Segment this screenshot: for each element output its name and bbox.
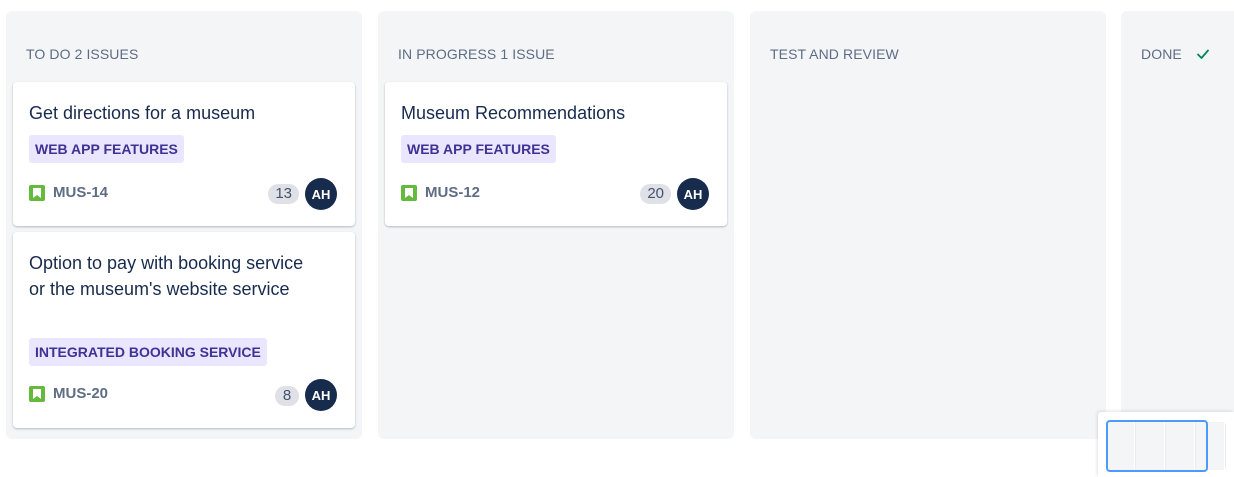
issue-key[interactable]: MUS-12 — [401, 184, 480, 201]
column-title: IN PROGRESS 1 ISSUE — [398, 46, 555, 62]
issue-key-text: MUS-20 — [53, 385, 109, 402]
issue-card-mus-12[interactable]: Museum Recommendations WEB APP FEATURES … — [385, 82, 727, 226]
issue-key-text: MUS-14 — [53, 184, 109, 201]
epic-label[interactable]: INTEGRATED BOOKING SERVICE — [29, 338, 267, 366]
card-title: Museum Recommendations — [401, 103, 626, 123]
card-title: Get directions for a museum — [29, 103, 256, 123]
assignee-avatar[interactable]: AH — [305, 379, 337, 411]
minimap-viewport-handle[interactable] — [1106, 420, 1208, 472]
column-title: TO DO 2 ISSUES — [26, 46, 139, 62]
column-test-and-review: TEST AND REVIEW — [750, 11, 1106, 439]
column-header-test-and-review: TEST AND REVIEW — [770, 46, 899, 62]
story-points-badge: 20 — [640, 184, 671, 204]
column-header-in-progress: IN PROGRESS 1 ISSUE — [398, 46, 555, 62]
epic-label[interactable]: WEB APP FEATURES — [29, 135, 184, 163]
board-minimap[interactable] — [1098, 412, 1234, 477]
card-title: Option to pay with booking service or th… — [29, 253, 304, 299]
column-done: DONE — [1121, 11, 1234, 439]
bookmark-icon — [401, 184, 417, 201]
bookmark-icon — [29, 385, 45, 402]
assignee-avatar[interactable]: AH — [305, 178, 337, 210]
column-header-done: DONE — [1141, 46, 1210, 62]
assignee-avatar[interactable]: AH — [677, 178, 709, 210]
issue-key-text: MUS-12 — [425, 184, 481, 201]
column-title: DONE — [1141, 46, 1182, 62]
column-title: TEST AND REVIEW — [770, 46, 899, 62]
issue-card-mus-20[interactable]: Option to pay with booking service or th… — [13, 232, 355, 428]
issue-key[interactable]: MUS-20 — [29, 385, 108, 402]
column-header-todo: TO DO 2 ISSUES — [26, 46, 138, 62]
issue-card-mus-14[interactable]: Get directions for a museum WEB APP FEAT… — [13, 82, 355, 226]
bookmark-icon — [29, 184, 45, 201]
board: TO DO 2 ISSUES Get directions for a muse… — [0, 0, 1234, 477]
column-in-progress: IN PROGRESS 1 ISSUE Museum Recommendatio… — [378, 11, 734, 439]
column-todo: TO DO 2 ISSUES Get directions for a muse… — [6, 11, 362, 439]
epic-label[interactable]: WEB APP FEATURES — [401, 135, 556, 163]
check-icon — [1196, 47, 1210, 61]
story-points-badge: 13 — [268, 184, 299, 204]
story-points-badge: 8 — [275, 386, 299, 406]
issue-key[interactable]: MUS-14 — [29, 184, 108, 201]
